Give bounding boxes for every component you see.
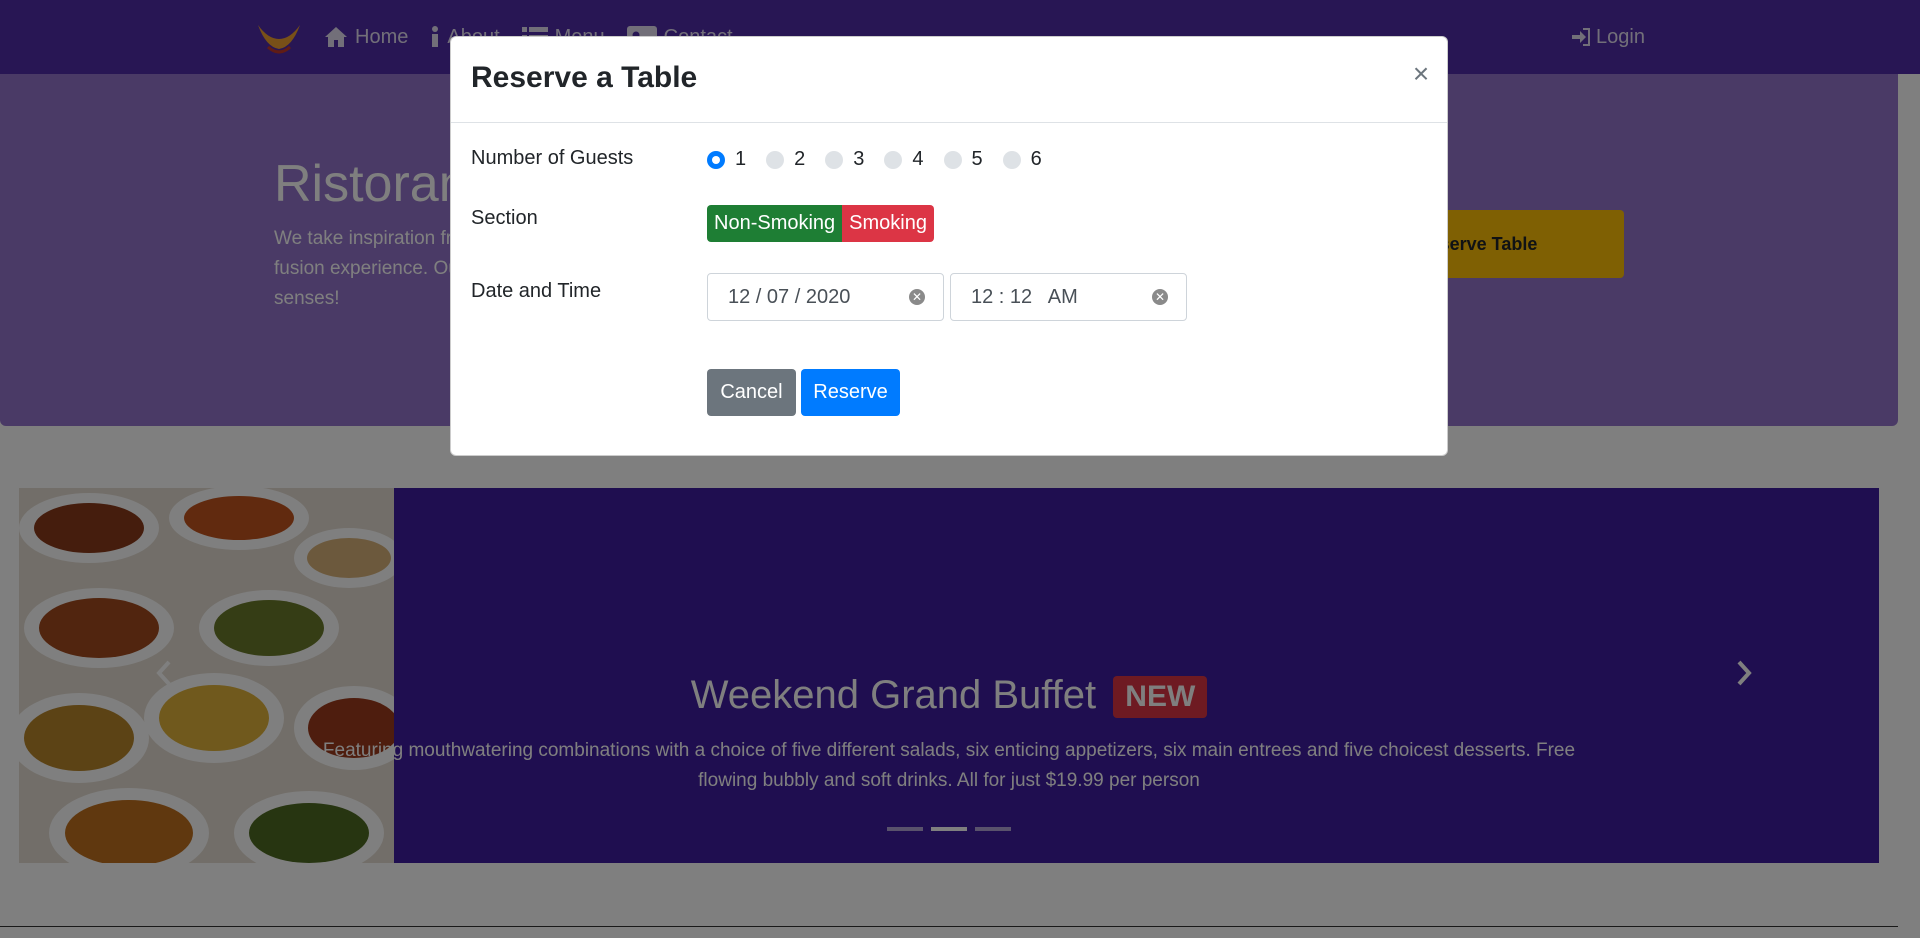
close-icon: × [1412,58,1430,89]
radio-button[interactable] [766,150,785,169]
time-value: 12 : 12 AM [971,285,1078,308]
radio-button[interactable] [884,150,903,169]
time-input[interactable]: 12 : 12 AM ✕ [950,273,1187,321]
guest-option-5[interactable]: 5 [943,148,983,171]
radio-button[interactable] [943,150,962,169]
guest-option-2[interactable]: 2 [766,148,805,171]
radio-button[interactable] [825,150,844,169]
guest-option-label: 5 [971,148,983,170]
datetime-label: Date and Time [471,280,602,302]
radio-button[interactable] [1002,150,1021,169]
guest-option-1[interactable]: 1 [707,148,746,171]
guest-option-4[interactable]: 4 [884,148,924,171]
radio-button-checked[interactable] [707,150,725,169]
section-toggle-group: Non-Smoking Smoking [707,205,934,242]
cancel-button[interactable]: Cancel [707,369,796,416]
guests-radio-group: 1 2 3 4 5 6 [707,148,1042,171]
date-value: 12 / 07 / 2020 [728,285,851,308]
smoking-button[interactable]: Smoking [842,205,934,242]
modal-header: Reserve a Table × [451,37,1447,123]
guest-option-label: 3 [853,148,865,170]
reserve-modal: Reserve a Table × Number of Guests 1 2 3… [450,36,1448,456]
guest-option-label: 4 [912,148,924,170]
guest-option-label: 2 [794,148,806,170]
non-smoking-button[interactable]: Non-Smoking [707,205,843,242]
clear-date-icon[interactable]: ✕ [909,289,925,305]
clear-time-icon[interactable]: ✕ [1152,289,1168,305]
guest-option-label: 6 [1030,148,1042,170]
modal-title: Reserve a Table [471,61,698,94]
guest-option-6[interactable]: 6 [1002,148,1042,171]
date-input[interactable]: 12 / 07 / 2020 ✕ [707,273,944,321]
section-label: Section [471,207,538,229]
guest-option-3[interactable]: 3 [825,148,864,171]
reserve-button[interactable]: Reserve [801,369,900,416]
guests-label: Number of Guests [471,147,634,169]
guest-option-label: 1 [735,148,747,170]
close-button[interactable]: × [1406,57,1436,91]
